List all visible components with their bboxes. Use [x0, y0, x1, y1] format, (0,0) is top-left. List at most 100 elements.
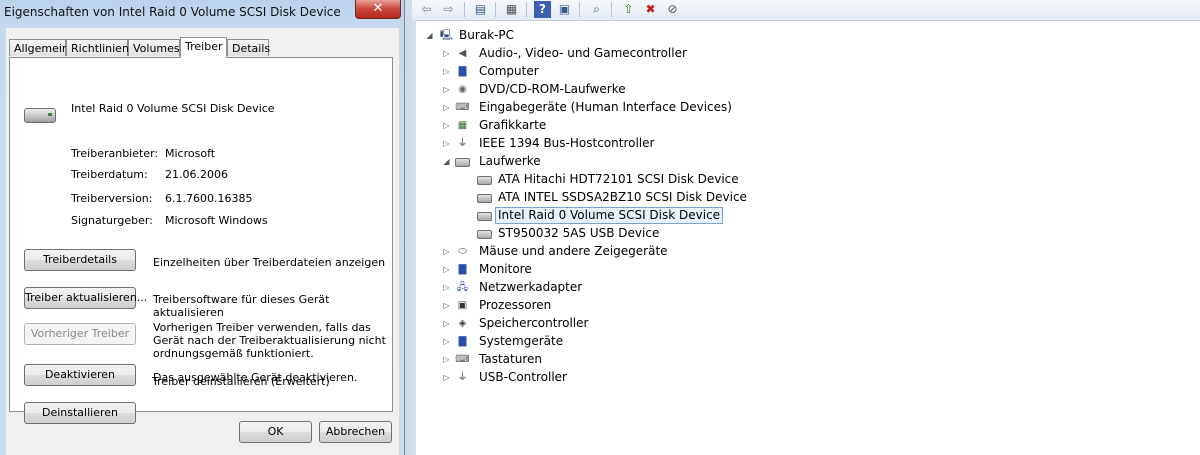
- dialog-body: Allgemein Richtlinien Volumes Treiber De…: [6, 28, 399, 455]
- tree-item-label: Mäuse und andere Zeigegeräte: [479, 244, 668, 258]
- driver-provider-value: Microsoft: [165, 147, 216, 160]
- monitor-icon: ▇: [458, 264, 467, 275]
- tree-item-label: Eingabegeräte (Human Interface Devices): [479, 100, 732, 114]
- update-driver-icon[interactable]: ⇧: [620, 1, 637, 18]
- driver-date-value: 21.06.2006: [165, 168, 228, 181]
- action-pane-icon[interactable]: ▣: [556, 1, 573, 18]
- tree-item-label: ATA Hitachi HDT72101 SCSI Disk Device: [498, 172, 739, 186]
- tree-item-label: Grafikkarte: [479, 118, 547, 132]
- collapse-arrow-icon[interactable]: ◢: [425, 27, 434, 44]
- expand-arrow-icon[interactable]: ▷: [442, 279, 451, 296]
- expand-arrow-icon[interactable]: ▷: [442, 297, 451, 314]
- keyboard-icon: ⌨: [455, 354, 470, 365]
- optical-drive-icon: ◉: [458, 84, 467, 95]
- tree-item-label: Tastaturen: [479, 352, 542, 366]
- tree-item-label: DVD/CD-ROM-Laufwerke: [479, 82, 626, 96]
- tree-item-label: Systemgeräte: [479, 334, 564, 348]
- expand-arrow-icon[interactable]: ▷: [442, 99, 451, 116]
- disk-drive-icon: [477, 176, 492, 185]
- tree-item-label: Prozessoren: [479, 298, 552, 312]
- update-driver-button[interactable]: Treiber aktualisieren...: [24, 287, 147, 309]
- tree-item-label: IEEE 1394 Bus-Hostcontroller: [479, 136, 655, 150]
- driver-details-button[interactable]: Treiberdetails: [24, 249, 136, 271]
- disk-drive-icon: [477, 194, 492, 203]
- uninstall-desc: Treiber deinstallieren (Erweitert): [152, 375, 330, 388]
- tree-item-label: Computer: [479, 64, 539, 78]
- disk-drive-icon: [477, 230, 492, 239]
- mouse-icon: ⬭: [458, 246, 467, 257]
- close-button[interactable]: ✕: [355, 0, 401, 19]
- cancel-button[interactable]: Abbrechen: [319, 421, 392, 443]
- firewire-icon: ⏚: [457, 138, 468, 149]
- tab-richtlinien[interactable]: Richtlinien: [66, 39, 129, 56]
- properties-icon[interactable]: ▦: [503, 1, 520, 18]
- tree-item-label: USB-Controller: [479, 370, 567, 384]
- driver-details-desc: Einzelheiten über Treiberdateien anzeige…: [153, 256, 386, 269]
- tree-item-label: Monitore: [479, 262, 532, 276]
- system-devices-icon: ▇: [458, 336, 467, 347]
- properties-dialog: Eigenschaften von Intel Raid 0 Volume SC…: [0, 0, 405, 455]
- toolbar-separator: [611, 2, 612, 17]
- network-adapter-icon: 🖧: [456, 282, 469, 293]
- tree-item-label: Speichercontroller: [479, 316, 589, 330]
- expand-arrow-icon[interactable]: ▷: [442, 315, 451, 332]
- toolbar: ⇦ ⇨ ▤ ▦ ? ▣ ⌕ ⇧ ✖ ⊘: [412, 0, 1200, 21]
- uninstall-button[interactable]: Deinstallieren: [24, 402, 136, 424]
- device-name: Intel Raid 0 Volume SCSI Disk Device: [71, 102, 275, 115]
- tab-treiber[interactable]: Treiber: [180, 37, 227, 58]
- device-manager-window: ⇦ ⇨ ▤ ▦ ? ▣ ⌕ ⇧ ✖ ⊘ ◢ 🖳 Burak-PC ▷ ◀ Aud…: [412, 0, 1200, 455]
- computer-icon: ▇: [458, 66, 467, 77]
- expand-arrow-icon[interactable]: ▷: [442, 351, 451, 368]
- tab-volumes[interactable]: Volumes: [128, 39, 180, 56]
- speaker-icon: ◀: [458, 48, 467, 59]
- tree-root-label: Burak-PC: [459, 28, 515, 42]
- expand-arrow-icon[interactable]: ▷: [442, 117, 451, 134]
- expand-arrow-icon[interactable]: ▷: [442, 369, 451, 386]
- toolbar-separator: [526, 2, 527, 17]
- uninstall-icon[interactable]: ✖: [642, 1, 659, 18]
- digital-signer-label: Signaturgeber:: [71, 214, 153, 227]
- rollback-driver-button[interactable]: Vorheriger Treiber: [24, 323, 136, 345]
- toolbar-separator: [464, 2, 465, 17]
- tab-details[interactable]: Details: [227, 39, 270, 56]
- disk-drive-icon: [24, 108, 56, 123]
- expand-arrow-icon[interactable]: ▷: [442, 333, 451, 350]
- toolbar-separator: [495, 2, 496, 17]
- expand-arrow-icon[interactable]: ▷: [442, 261, 451, 278]
- dialog-title: Eigenschaften von Intel Raid 0 Volume SC…: [4, 5, 341, 19]
- forward-arrow-icon[interactable]: ⇨: [440, 1, 457, 18]
- scan-hardware-icon[interactable]: ⌕: [588, 1, 605, 18]
- tree-item-label: ST950032 5AS USB Device: [498, 226, 660, 240]
- tree-item-label: Audio-, Video- und Gamecontroller: [479, 46, 687, 60]
- tree-item-label: Laufwerke: [479, 154, 541, 168]
- display-adapter-icon: ▦: [457, 120, 468, 131]
- tree-item-label: Netzwerkadapter: [479, 280, 583, 294]
- tree-item-label: Intel Raid 0 Volume SCSI Disk Device: [495, 207, 724, 224]
- expand-arrow-icon[interactable]: ▷: [442, 45, 451, 62]
- driver-date-label: Treiberdatum:: [71, 168, 148, 181]
- help-icon[interactable]: ?: [534, 1, 551, 18]
- expand-arrow-icon[interactable]: ▷: [442, 81, 451, 98]
- expand-arrow-icon[interactable]: ▷: [442, 63, 451, 80]
- device-tree: ◢ 🖳 Burak-PC ▷ ◀ Audio-, Video- und Game…: [412, 20, 1200, 455]
- disable-button[interactable]: Deaktivieren: [24, 364, 136, 386]
- storage-controller-icon: ◈: [458, 318, 467, 329]
- driver-provider-label: Treiberanbieter:: [71, 147, 159, 160]
- tab-allgemein[interactable]: Allgemein: [9, 39, 69, 56]
- disable-icon[interactable]: ⊘: [664, 1, 681, 18]
- usb-icon: ⏚: [457, 372, 468, 383]
- disk-drive-icon: [477, 212, 492, 221]
- driver-tab-panel: Intel Raid 0 Volume SCSI Disk Device Tre…: [9, 57, 393, 424]
- ok-button[interactable]: OK: [239, 421, 312, 443]
- expand-arrow-icon[interactable]: ▷: [442, 243, 451, 260]
- show-hide-tree-icon[interactable]: ▤: [472, 1, 489, 18]
- hid-icon: ⌨: [455, 102, 470, 113]
- disk-drive-icon: [455, 158, 470, 167]
- collapse-arrow-icon[interactable]: ◢: [442, 153, 451, 170]
- back-arrow-icon[interactable]: ⇦: [418, 1, 435, 18]
- expand-arrow-icon[interactable]: ▷: [442, 135, 451, 152]
- driver-version-label: Treiberversion:: [71, 192, 153, 205]
- rollback-driver-desc: Vorherigen Treiber verwenden, falls das …: [153, 321, 386, 360]
- processor-icon: ▣: [457, 300, 468, 311]
- digital-signer-value: Microsoft Windows: [165, 214, 268, 227]
